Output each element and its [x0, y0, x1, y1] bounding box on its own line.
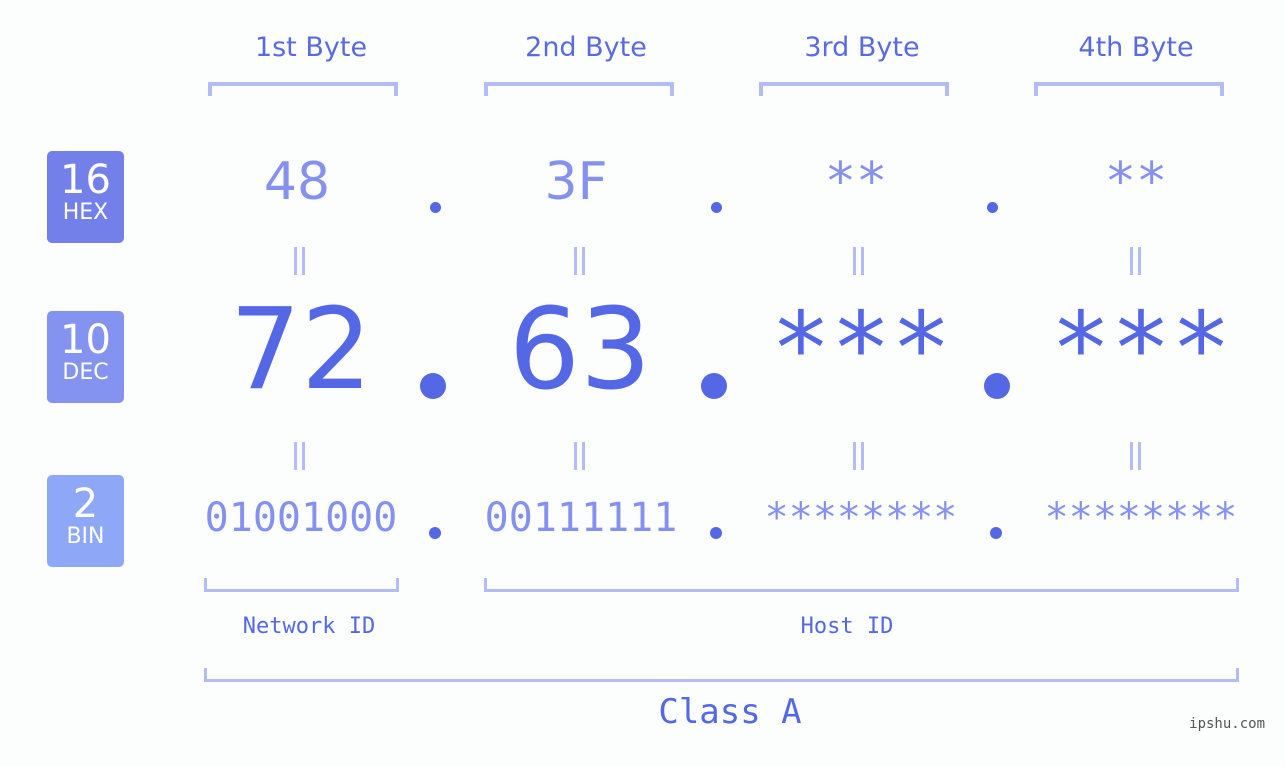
dec-label: DEC: [62, 360, 109, 385]
hex-byte-3: **: [824, 152, 888, 212]
equals-icon: [572, 247, 586, 275]
network-id-label: Network ID: [242, 614, 376, 639]
hex-badge: 16 HEX: [47, 151, 124, 243]
byte-bracket-2: [484, 82, 674, 96]
equals-icon: [1128, 442, 1142, 470]
hex-base: 16: [60, 157, 111, 203]
bin-dot-3: [990, 527, 1002, 539]
bin-dot-2: [710, 527, 722, 539]
bin-byte-3: ********: [764, 495, 958, 541]
byte-header-1: 1st Byte: [254, 32, 368, 63]
bin-dot-1: [429, 527, 441, 539]
bin-base: 2: [72, 481, 99, 527]
watermark: ipshu.com: [1189, 716, 1265, 732]
bin-badge: 2 BIN: [47, 475, 124, 567]
network-id-bracket: [204, 578, 399, 592]
equals-icon: [292, 442, 306, 470]
dec-byte-3: ***: [770, 290, 952, 407]
byte-bracket-1: [208, 82, 398, 96]
class-label: Class A: [658, 692, 802, 732]
bin-byte-2: 00111111: [484, 495, 678, 541]
byte-bracket-4: [1034, 82, 1224, 96]
hex-byte-2: 3F: [544, 152, 608, 212]
hex-byte-1: 48: [263, 152, 331, 212]
dec-byte-4: ***: [1050, 290, 1232, 407]
hex-dot-3: [987, 202, 998, 213]
byte-bracket-3: [759, 82, 949, 96]
host-id-bracket: [484, 578, 1239, 592]
class-bracket: [204, 668, 1239, 682]
dec-dot-2: [701, 373, 727, 399]
dec-byte-2: 63: [508, 285, 652, 415]
dec-badge: 10 DEC: [47, 311, 124, 403]
hex-dot-2: [711, 202, 722, 213]
dec-base: 10: [60, 317, 111, 363]
hex-byte-4: **: [1104, 152, 1168, 212]
hex-label: HEX: [62, 200, 109, 225]
host-id-label: Host ID: [800, 614, 894, 639]
equals-icon: [292, 247, 306, 275]
equals-icon: [851, 442, 865, 470]
dec-byte-1: 72: [229, 285, 373, 415]
dec-dot-3: [984, 373, 1010, 399]
byte-header-3: 3rd Byte: [804, 32, 920, 63]
dec-dot-1: [420, 373, 446, 399]
equals-icon: [1128, 247, 1142, 275]
equals-icon: [572, 442, 586, 470]
equals-icon: [851, 247, 865, 275]
byte-header-2: 2nd Byte: [525, 32, 647, 63]
hex-dot-1: [430, 202, 441, 213]
bin-label: BIN: [66, 524, 105, 549]
bin-byte-1: 01001000: [204, 495, 398, 541]
bin-byte-4: ********: [1044, 495, 1238, 541]
byte-header-4: 4th Byte: [1078, 32, 1194, 63]
